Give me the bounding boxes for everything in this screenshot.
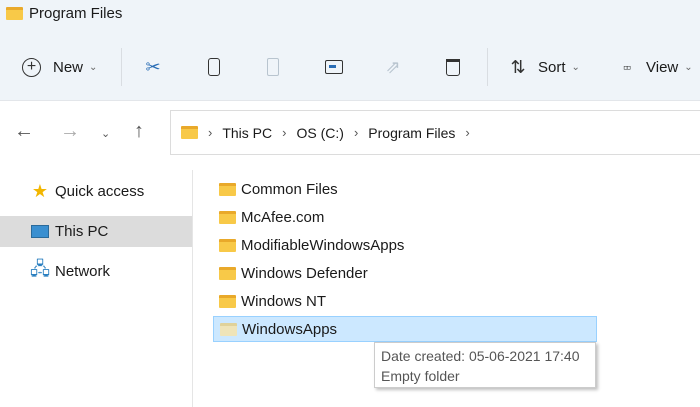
- sort-label: Sort: [538, 58, 566, 76]
- folder-icon: [219, 294, 236, 308]
- folder-icon: [181, 126, 198, 139]
- up-button[interactable]: ↑: [134, 120, 144, 143]
- address-bar[interactable]: › This PC › OS (C:) › Program Files ›: [170, 110, 700, 155]
- view-button[interactable]: ▫▫ View ⌄: [614, 50, 693, 84]
- copy-icon: [202, 55, 226, 79]
- folder-icon: [6, 7, 23, 20]
- chevron-down-icon: ⌄: [684, 61, 693, 73]
- view-label: View: [646, 58, 679, 76]
- grid-icon: ▫▫: [623, 59, 631, 75]
- sort-button[interactable]: ⇅ Sort ⌄: [506, 50, 580, 84]
- breadcrumb-os-c[interactable]: OS (C:): [296, 125, 343, 141]
- trash-icon: [441, 55, 465, 79]
- delete-button[interactable]: [441, 50, 465, 84]
- chevron-right-icon: ›: [208, 125, 213, 140]
- breadcrumb-program-files[interactable]: Program Files: [368, 125, 455, 141]
- sidebar-item-label: This PC: [55, 223, 109, 240]
- file-name: WindowsApps: [242, 320, 338, 338]
- tooltip-date: Date created: 05-06-2021 17:40: [381, 348, 580, 364]
- share-button[interactable]: ⇗: [381, 50, 405, 84]
- chevron-down-icon: ⌄: [571, 61, 580, 73]
- clipboard-icon: [261, 55, 285, 79]
- new-button[interactable]: + New ⌄: [22, 50, 97, 84]
- chevron-down-icon: ⌄: [89, 61, 98, 73]
- folder-icon: [219, 266, 236, 280]
- folder-icon: [219, 210, 236, 224]
- forward-button[interactable]: →: [60, 120, 80, 143]
- network-icon: 🖧: [29, 258, 51, 279]
- divider: [121, 48, 122, 86]
- new-label: New: [53, 58, 84, 76]
- paste-button[interactable]: [261, 50, 285, 84]
- chevron-right-icon[interactable]: ›: [465, 125, 469, 140]
- window-title: Program Files: [6, 5, 122, 22]
- window-title-text: Program Files: [29, 5, 123, 22]
- file-name: McAfee.com: [241, 208, 325, 226]
- folder-icon: [219, 238, 236, 252]
- copy-button[interactable]: [202, 50, 226, 84]
- navigation-pane: ★ Quick access This PC 🖧 Network: [0, 170, 193, 407]
- rename-button[interactable]: [322, 50, 346, 84]
- sort-arrows-icon: ⇅: [510, 56, 526, 77]
- file-item[interactable]: Windows Defender: [213, 260, 597, 286]
- share-icon: ⇗: [385, 56, 401, 77]
- chevron-right-icon: ›: [353, 125, 359, 140]
- file-name: Windows NT: [241, 292, 327, 310]
- cut-button[interactable]: ✂: [141, 50, 165, 84]
- breadcrumb-this-pc[interactable]: This PC: [222, 125, 272, 141]
- tooltip-status: Empty folder: [381, 368, 460, 384]
- folder-icon: [219, 182, 236, 196]
- header: Program Files + New ⌄ ✂ ⇗ ⇅ Sort ⌄ ▫▫ View ⌄: [0, 0, 700, 101]
- sidebar-item-quick-access[interactable]: ★ Quick access: [0, 176, 192, 207]
- folder-icon: [220, 322, 237, 336]
- file-item[interactable]: Common Files: [213, 176, 597, 202]
- divider: [487, 48, 488, 86]
- tooltip: Date created: 05-06-2021 17:40 Empty fol…: [374, 342, 596, 388]
- file-name: ModifiableWindowsApps: [241, 236, 405, 254]
- sidebar-item-label: Quick access: [55, 183, 145, 200]
- file-item[interactable]: McAfee.com: [213, 204, 597, 230]
- monitor-icon: [30, 220, 50, 244]
- plus-circle-icon: +: [22, 57, 41, 77]
- file-item-selected[interactable]: WindowsApps: [213, 316, 597, 342]
- sidebar-item-this-pc[interactable]: This PC: [0, 216, 192, 247]
- sidebar-item-label: Network: [55, 263, 111, 280]
- file-item[interactable]: Windows NT: [213, 288, 597, 314]
- rename-icon: [322, 55, 346, 79]
- star-icon: ★: [31, 181, 49, 201]
- back-button[interactable]: ←: [14, 120, 34, 143]
- chevron-right-icon: ›: [282, 125, 287, 140]
- recent-dropdown[interactable]: ⌄: [101, 127, 110, 140]
- file-name: Windows Defender: [241, 264, 368, 282]
- file-name: Common Files: [241, 180, 338, 198]
- scissors-icon: ✂: [145, 56, 161, 77]
- sidebar-item-network[interactable]: 🖧 Network: [0, 256, 192, 287]
- file-item[interactable]: ModifiableWindowsApps: [213, 232, 597, 258]
